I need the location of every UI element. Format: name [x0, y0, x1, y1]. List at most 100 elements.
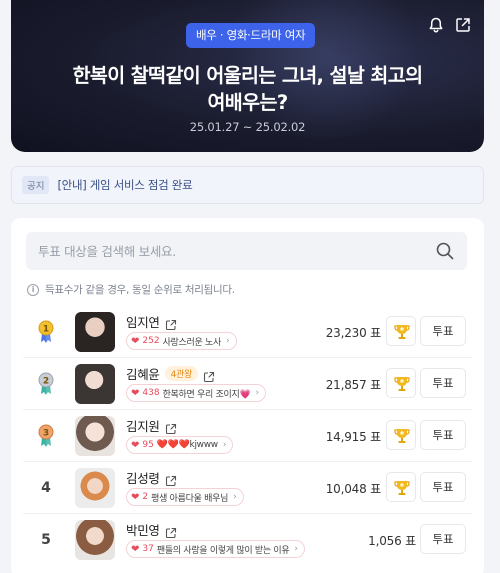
- vote-count-value: 23,230: [325, 326, 367, 340]
- chevron-right-icon: ›: [226, 336, 230, 346]
- candidate-row: 4 김성령 ❤ 2 평생 아름다울 배우님 › 10,048 표 투표: [11, 462, 484, 514]
- search-input[interactable]: [38, 232, 418, 270]
- cheer-message[interactable]: ❤ 252 사랑스러운 노사 ›: [126, 332, 237, 350]
- search-box: [26, 232, 467, 270]
- cheer-message[interactable]: ❤ 37 팬들의 사랑을 이렇게 많이 받는 이유 ›: [126, 540, 305, 558]
- cheer-message[interactable]: ❤ 2 평생 아름다울 배우님 ›: [126, 488, 244, 506]
- vote-count: 23,230 표: [301, 324, 381, 341]
- ranking-panel: i 득표수가 같을 경우, 동일 순위로 처리됩니다. 1 임지연 ❤ 2 5: [11, 218, 484, 573]
- cheer-count: 37: [142, 544, 154, 554]
- page-title: 한복이 찰떡같이 어울리는 그녀, 설날 최고의 여배우는?: [11, 62, 484, 116]
- cheer-text: ❤️❤️❤️kjwww: [156, 440, 218, 450]
- chevron-right-icon: ›: [255, 388, 260, 398]
- vote-unit: 표: [370, 326, 381, 340]
- cheer-text: 사랑스러운 노사: [162, 337, 222, 348]
- external-link-icon[interactable]: [203, 368, 215, 382]
- heart-icon: ❤: [131, 335, 140, 347]
- rank-medal-icon: 1: [35, 320, 57, 344]
- share-icon[interactable]: [454, 16, 472, 34]
- candidate-row: 2 김혜윤 4관왕 ❤ 438 한복하면 우리 조이지💗 › 21,857 표: [11, 358, 484, 410]
- trophy-icon: [394, 377, 410, 391]
- chevron-right-icon: ›: [233, 492, 237, 502]
- heart-icon: ❤: [131, 439, 140, 451]
- external-link-icon[interactable]: [165, 420, 177, 434]
- vote-count-value: 10,048: [325, 482, 367, 496]
- cheer-text: 한복하면 우리 조이지💗: [162, 389, 251, 400]
- info-icon: i: [27, 283, 39, 296]
- cheer-message[interactable]: ❤ 95 ❤️❤️❤️kjwww ›: [126, 436, 234, 454]
- tie-info: i 득표수가 같을 경우, 동일 순위로 처리됩니다.: [27, 282, 235, 297]
- notice-text[interactable]: [안내] 게임 서비스 점검 완료: [57, 177, 192, 193]
- candidate-name[interactable]: 김성령: [126, 468, 160, 487]
- external-link-icon[interactable]: [165, 316, 177, 330]
- notice-bar[interactable]: 공지 [안내] 게임 서비스 점검 완료: [11, 166, 484, 204]
- candidate-photo[interactable]: [75, 520, 115, 560]
- candidate-name-line: 임지연: [126, 312, 177, 331]
- heart-icon: ❤: [131, 491, 140, 503]
- chevron-right-icon: ›: [222, 440, 227, 450]
- candidate-photo[interactable]: [75, 364, 115, 404]
- chevron-right-icon: ›: [294, 544, 298, 554]
- candidate-photo[interactable]: [75, 312, 115, 352]
- candidate-row: 5 박민영 ❤ 37 팬들의 사랑을 이렇게 많이 받는 이유 › 1,056 …: [11, 514, 484, 566]
- cheer-message[interactable]: ❤ 438 한복하면 우리 조이지💗 ›: [126, 384, 267, 402]
- external-link-icon[interactable]: [165, 524, 177, 538]
- trophy-button[interactable]: [386, 472, 416, 502]
- vote-unit: 표: [405, 534, 416, 548]
- trophy-icon: [394, 325, 410, 339]
- candidate-photo[interactable]: [75, 416, 115, 456]
- heart-icon: ❤: [131, 387, 140, 399]
- award-badge: 4관왕: [164, 366, 198, 381]
- trophy-button[interactable]: [386, 368, 416, 398]
- trophy-button[interactable]: [386, 316, 416, 346]
- vote-button[interactable]: 투표: [420, 472, 466, 502]
- event-header: 배우 · 영화·드라마 여자 한복이 찰떡같이 어울리는 그녀, 설날 최고의 …: [11, 0, 484, 152]
- vote-count: 10,048 표: [301, 480, 381, 497]
- vote-unit: 표: [370, 378, 381, 392]
- notice-tag: 공지: [22, 176, 50, 194]
- rank-medal-icon: 3: [35, 424, 57, 448]
- category-badge: 배우 · 영화·드라마 여자: [186, 23, 316, 48]
- bell-icon[interactable]: [427, 16, 445, 34]
- page-title-line2: 여배우는?: [207, 91, 288, 114]
- vote-count: 14,915 표: [301, 428, 381, 445]
- candidate-name[interactable]: 임지연: [126, 312, 160, 331]
- vote-count-value: 1,056: [368, 534, 402, 548]
- cheer-count: 252: [142, 336, 160, 346]
- cheer-count: 95: [142, 440, 154, 450]
- candidate-name-line: 박민영: [126, 520, 177, 539]
- cheer-text: 팬들의 사랑을 이렇게 많이 받는 이유: [156, 545, 290, 556]
- candidate-name[interactable]: 박민영: [126, 520, 160, 539]
- rank-number: 2: [43, 377, 49, 387]
- external-link-icon[interactable]: [165, 472, 177, 486]
- rank-number: 5: [41, 532, 51, 548]
- vote-period: 25.01.27 ~ 25.02.02: [189, 120, 306, 134]
- rank-medal-icon: 2: [35, 372, 57, 396]
- vote-button[interactable]: 투표: [420, 368, 466, 398]
- candidate-row: 1 임지연 ❤ 252 사랑스러운 노사 › 23,230 표 투표: [11, 306, 484, 358]
- rank-number: 3: [43, 429, 49, 439]
- candidate-row: 3 김지원 ❤ 95 ❤️❤️❤️kjwww › 14,915 표 투표: [11, 410, 484, 462]
- vote-count: 1,056 표: [336, 532, 416, 549]
- vote-unit: 표: [370, 482, 381, 496]
- header-actions: [427, 16, 472, 34]
- vote-count-value: 14,915: [325, 430, 367, 444]
- page-title-line1: 한복이 찰떡같이 어울리는 그녀, 설날 최고의: [72, 64, 423, 87]
- candidate-name-line: 김성령: [126, 468, 177, 487]
- vote-count-value: 21,857: [325, 378, 367, 392]
- search-icon[interactable]: [435, 241, 455, 261]
- candidate-name[interactable]: 김지원: [126, 416, 160, 435]
- candidate-name-line: 김지원: [126, 416, 177, 435]
- cheer-count: 2: [142, 492, 149, 502]
- candidate-name-line: 김혜윤 4관왕: [126, 364, 215, 383]
- vote-button[interactable]: 투표: [420, 316, 466, 346]
- candidate-photo[interactable]: [75, 468, 115, 508]
- vote-button[interactable]: 투표: [420, 524, 466, 554]
- vote-button[interactable]: 투표: [420, 420, 466, 450]
- vote-count: 21,857 표: [301, 376, 381, 393]
- trophy-button[interactable]: [386, 420, 416, 450]
- candidate-name[interactable]: 김혜윤: [126, 364, 160, 383]
- cheer-count: 438: [142, 388, 160, 398]
- rank-number: 4: [41, 480, 51, 496]
- trophy-icon: [394, 429, 410, 443]
